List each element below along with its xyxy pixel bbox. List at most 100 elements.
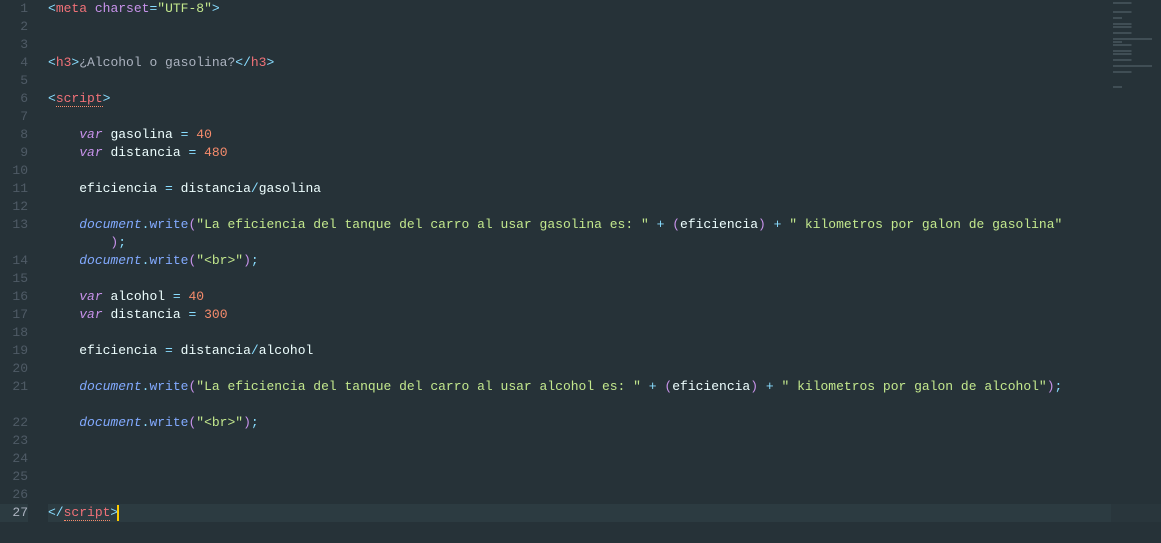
token-paren: ) (243, 415, 251, 430)
code-line[interactable] (48, 108, 1161, 126)
token-func: write (149, 217, 188, 232)
minimap-line (1113, 35, 1159, 37)
token-tag: h3 (251, 55, 267, 70)
token-string: "<br>" (196, 253, 243, 268)
token-text (766, 217, 774, 232)
line-number-gutter: 1234567891011121314151617181920212223242… (0, 0, 40, 543)
code-line[interactable] (48, 432, 1161, 450)
token-paren: ( (672, 217, 680, 232)
code-line[interactable] (48, 18, 1161, 36)
minimap-line (1113, 80, 1159, 82)
code-line[interactable] (48, 270, 1161, 288)
code-line[interactable] (48, 72, 1161, 90)
minimap-line (1113, 86, 1159, 88)
code-line[interactable] (48, 162, 1161, 180)
code-line[interactable]: document.write("<br>"); (48, 414, 1161, 432)
code-line[interactable] (48, 450, 1161, 468)
token-text (173, 181, 181, 196)
minimap[interactable] (1111, 0, 1161, 543)
code-line[interactable]: var distancia = 480 (48, 144, 1161, 162)
code-line[interactable] (48, 324, 1161, 342)
code-line[interactable] (48, 468, 1161, 486)
line-number: 14 (0, 252, 28, 270)
code-line[interactable] (48, 360, 1161, 378)
code-line[interactable]: eficiencia = distancia/alcohol (48, 342, 1161, 360)
token-text (165, 289, 173, 304)
minimap-line (1113, 38, 1159, 40)
minimap-line (1113, 74, 1159, 76)
token-var: eficiencia (79, 343, 157, 358)
token-tag: meta (56, 1, 87, 16)
code-line[interactable]: var alcohol = 40 (48, 288, 1161, 306)
token-func: write (149, 415, 188, 430)
line-number: 19 (0, 342, 28, 360)
line-number: 6 (0, 90, 28, 108)
minimap-line (1113, 23, 1159, 25)
line-number: 26 (0, 486, 28, 504)
token-text (196, 145, 204, 160)
code-line[interactable] (48, 396, 1161, 414)
token-var: distancia (110, 307, 180, 322)
code-line[interactable]: document.write("La eficiencia del tanque… (48, 378, 1161, 396)
token-keyword: var (79, 145, 102, 160)
token-obj: document (79, 253, 141, 268)
minimap-line (1113, 56, 1159, 58)
token-text: ¿Alcohol o gasolina? (79, 55, 235, 70)
code-editor[interactable]: 1234567891011121314151617181920212223242… (0, 0, 1161, 543)
code-line[interactable] (48, 36, 1161, 54)
token-punct: </ (235, 55, 251, 70)
token-string: "La eficiencia del tanque del carro al u… (196, 379, 641, 394)
token-var: alcohol (259, 343, 314, 358)
code-line[interactable]: var distancia = 300 (48, 306, 1161, 324)
code-line[interactable]: <meta charset="UTF-8"> (48, 0, 1161, 18)
minimap-line (1113, 47, 1159, 49)
token-string: "<br>" (196, 415, 243, 430)
minimap-content (1111, 0, 1161, 91)
code-line[interactable]: document.write("<br>"); (48, 252, 1161, 270)
token-punct: < (48, 55, 56, 70)
minimap-line (1113, 41, 1159, 43)
code-text-area[interactable]: <meta charset="UTF-8"><h3>¿Alcohol o gas… (40, 0, 1161, 543)
code-line[interactable]: eficiencia = distancia/gasolina (48, 180, 1161, 198)
token-op: + (649, 379, 657, 394)
code-line[interactable]: var gasolina = 40 (48, 126, 1161, 144)
token-text (196, 307, 204, 322)
token-var: eficiencia (680, 217, 758, 232)
token-punct: < (48, 1, 56, 16)
minimap-line (1113, 8, 1159, 10)
token-num: 40 (196, 127, 212, 142)
code-line[interactable]: <script> (48, 90, 1161, 108)
code-line[interactable]: document.write("La eficiencia del tanque… (48, 216, 1161, 234)
line-number: 10 (0, 162, 28, 180)
token-paren: ) (750, 379, 758, 394)
line-number: 16 (0, 288, 28, 306)
token-tag-sq: script (64, 505, 111, 521)
token-text (157, 181, 165, 196)
minimap-line (1113, 5, 1159, 7)
token-string: "La eficiencia del tanque del carro al u… (196, 217, 648, 232)
minimap-line (1113, 29, 1159, 31)
code-line[interactable]: </script> (48, 504, 1161, 522)
token-var: distancia (181, 181, 251, 196)
minimap-line (1113, 26, 1159, 28)
line-number: 18 (0, 324, 28, 342)
minimap-line (1113, 50, 1159, 52)
minimap-line (1113, 71, 1159, 73)
code-line[interactable] (48, 198, 1161, 216)
token-string: " kilometros por galon de alcohol" (781, 379, 1046, 394)
minimap-line (1113, 62, 1159, 64)
token-text (758, 379, 766, 394)
token-op: / (251, 343, 259, 358)
code-line[interactable] (48, 486, 1161, 504)
token-paren: ) (243, 253, 251, 268)
line-number: 13 (0, 216, 28, 234)
line-number: 11 (0, 180, 28, 198)
token-punct: < (48, 91, 56, 106)
token-punct: ; (118, 235, 126, 250)
minimap-line (1113, 44, 1159, 46)
minimap-line (1113, 77, 1159, 79)
code-line[interactable]: <h3>¿Alcohol o gasolina?</h3> (48, 54, 1161, 72)
code-line[interactable]: ); (48, 234, 1161, 252)
minimap-line (1113, 14, 1159, 16)
token-op: / (251, 181, 259, 196)
